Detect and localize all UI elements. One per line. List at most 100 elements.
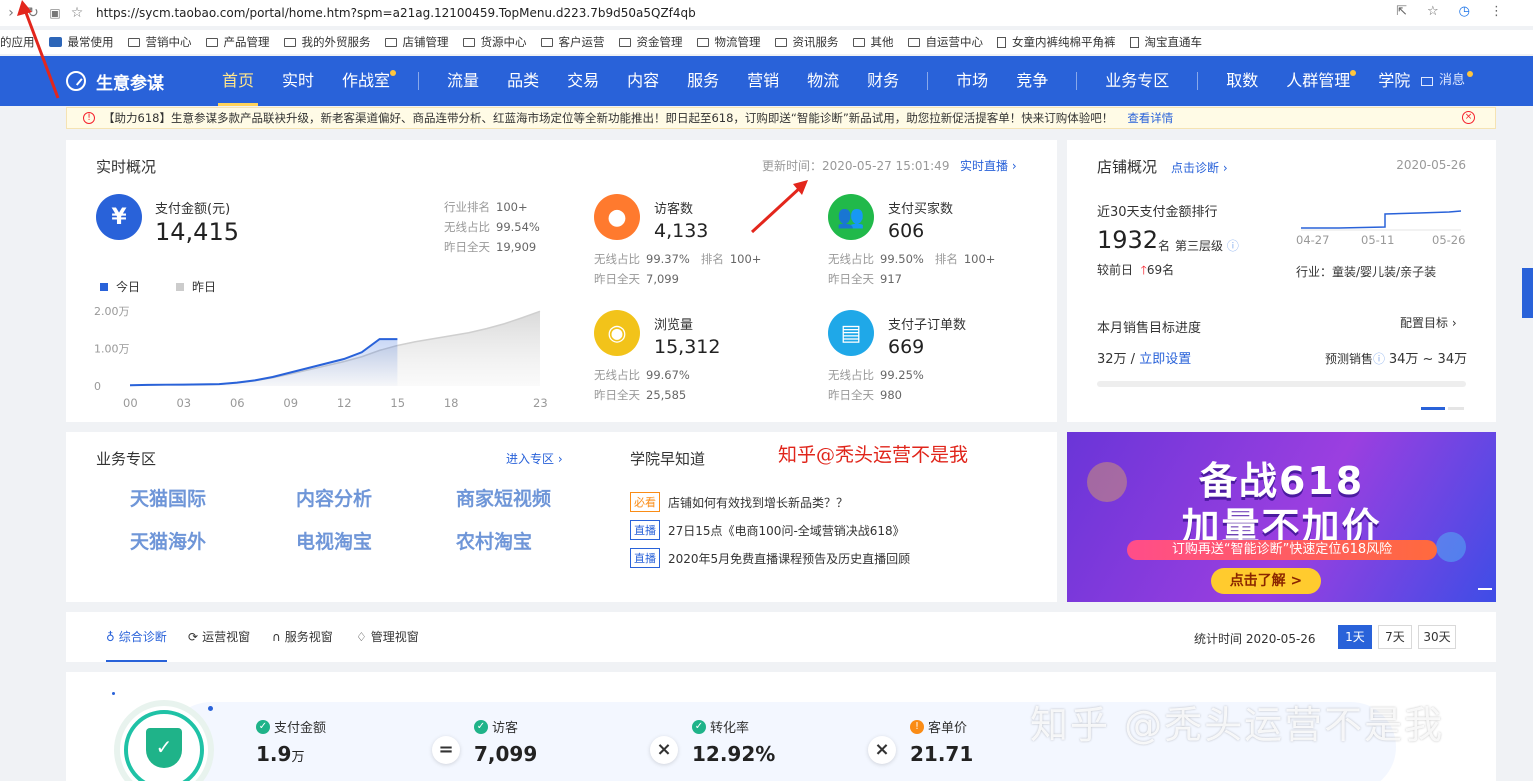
range-30d-button[interactable]: 30天 (1418, 625, 1456, 649)
x-tick-label: 00 (123, 396, 138, 410)
extension-icon[interactable]: ☆ (1427, 4, 1439, 19)
bookmark-folder[interactable]: 货源中心 (462, 34, 527, 50)
brand-logo[interactable]: 生意参谋 (66, 69, 196, 94)
biz-rural-taobao[interactable]: 农村淘宝 (456, 527, 576, 554)
enter-zone-link[interactable]: 进入专区 › (506, 450, 563, 467)
nav-trade[interactable]: 交易 (567, 56, 599, 106)
nav-crowd[interactable]: 人群管理 (1286, 56, 1357, 106)
help-icon[interactable]: ⓘ (1227, 239, 1239, 253)
nav-warroom[interactable]: 作战室 (342, 56, 397, 106)
news-item[interactable]: 直播 27日15点《电商100问-全域营销决战618》 (630, 520, 905, 540)
nav-finance[interactable]: 财务 (867, 56, 899, 106)
more-icon[interactable]: ⋮ (1490, 4, 1503, 19)
nav-logistics[interactable]: 物流 (807, 56, 839, 106)
biz-short-video[interactable]: 商家短视频 (456, 484, 576, 511)
bulb-icon: ♁ (106, 630, 115, 644)
carousel-dots[interactable] (1421, 407, 1445, 410)
visitors-wireless: 无线占比 99.37% 排名 100+ (594, 252, 762, 266)
page-icon[interactable]: ▣ (44, 6, 66, 20)
rank-value: 1932 (1097, 226, 1159, 254)
biz-tmall-intl[interactable]: 天猫国际 (130, 484, 296, 511)
pay-wireless: 无线占比 99.54% (444, 220, 540, 234)
realtime-title: 实时概况 (96, 158, 157, 176)
bookmark-folder[interactable]: 自运营中心 (907, 34, 983, 50)
news-item[interactable]: 必看 店铺如何有效找到增长新品类？？ (630, 492, 848, 512)
tab-management[interactable]: ♢ 管理视窗 (356, 612, 419, 662)
bookmark-item[interactable]: 淘宝直通车 (1129, 34, 1202, 50)
tab-operations[interactable]: ⟳ 运营视窗 (188, 612, 250, 662)
bookmark-folder[interactable]: 产品管理 (205, 34, 270, 50)
diag-conversion-value: 12.92% (692, 742, 776, 766)
clock-icon[interactable]: ◷ (1459, 4, 1470, 19)
pageviews-yesterday: 昨日全天 25,585 (594, 388, 687, 402)
nav-traffic[interactable]: 流量 (447, 56, 479, 106)
folder-icon (852, 37, 865, 47)
update-time: 更新时间：2020-05-27 15:01:49 (762, 159, 950, 173)
help-icon[interactable]: ⓘ (1373, 352, 1385, 366)
bookmark-item[interactable]: 的应用 (0, 34, 35, 50)
news-tag: 直播 (630, 520, 660, 540)
nav-data-fetch[interactable]: 取数 (1226, 56, 1258, 106)
annotation-text: 知乎@秃头运营不是我 (778, 444, 969, 466)
bookmark-folder[interactable]: 店铺管理 (384, 34, 449, 50)
promo-banner[interactable]: 备战618 加量不加价 订购再送“智能诊断”快速定位618风险 点击了解 > (1067, 432, 1496, 602)
open-external-icon[interactable]: ⇱ (1396, 4, 1407, 19)
side-float-tab[interactable] (1522, 268, 1533, 318)
biz-content-analysis[interactable]: 内容分析 (296, 484, 456, 511)
nav-marketing[interactable]: 营销 (747, 56, 779, 106)
banner-cta-button[interactable]: 点击了解 > (1211, 568, 1321, 594)
bookmark-folder[interactable]: 资讯服务 (774, 34, 839, 50)
nav-market[interactable]: 市场 (956, 56, 988, 106)
banner-indicator[interactable] (1478, 588, 1492, 590)
nav-category[interactable]: 品类 (507, 56, 539, 106)
news-item[interactable]: 直播 2020年5月免费直播课程预告及历史直播回顾 (630, 548, 910, 568)
biz-tv-taobao[interactable]: 电视淘宝 (296, 527, 456, 554)
nav-business-zone[interactable]: 业务专区 (1105, 56, 1169, 106)
bookmark-folder[interactable]: 客户运营 (540, 34, 605, 50)
bookmark-folder[interactable]: 物流管理 (696, 34, 761, 50)
nav-realtime[interactable]: 实时 (282, 56, 314, 106)
folder-icon (462, 37, 475, 47)
rank-unit: 名 (1158, 239, 1171, 253)
live-link[interactable]: 实时直播 › (960, 157, 1017, 174)
close-icon[interactable]: × (1462, 111, 1475, 124)
set-target-link[interactable]: 立即设置 (1139, 352, 1191, 367)
carousel-dot[interactable] (1448, 407, 1464, 410)
legend-today[interactable]: 今日 (100, 278, 140, 295)
bookmark-folder[interactable]: 其他 (852, 34, 894, 50)
bookmark-item[interactable]: 最常使用 (48, 34, 114, 50)
bookmark-folder[interactable]: 我的外贸服务 (283, 34, 371, 50)
nav-competition[interactable]: 竞争 (1016, 56, 1048, 106)
diag-pay-label: ✓ 支付金额 (256, 717, 326, 736)
nav-service[interactable]: 服务 (687, 56, 719, 106)
pay-amount-label: 支付金额(元) (155, 202, 231, 217)
reload-icon[interactable]: ↻ (22, 5, 44, 21)
range-7d-button[interactable]: 7天 (1378, 625, 1412, 649)
nav-academy[interactable]: 学院 (1378, 56, 1410, 106)
nav-divider (1197, 72, 1199, 90)
bookmark-folder[interactable]: 营销中心 (127, 34, 192, 50)
nav-content[interactable]: 内容 (627, 56, 659, 106)
url-field[interactable]: https://sycm.taobao.com/portal/home.htm?… (96, 6, 696, 20)
watermark: 知乎 @秃头运营不是我 (1030, 703, 1445, 747)
yuan-icon: ¥ (96, 194, 142, 240)
forward-icon[interactable]: › (0, 5, 22, 21)
legend-yesterday[interactable]: 昨日 (176, 278, 216, 295)
check-icon: ✓ (474, 719, 488, 734)
message-button[interactable]: 消息 (1420, 56, 1473, 106)
bookmark-item[interactable]: 女童内裤纯棉平角裤 (997, 34, 1116, 50)
business-title: 业务专区 (96, 450, 157, 468)
range-1d-button[interactable]: 1天 (1338, 625, 1372, 649)
tab-service[interactable]: ∩ 服务视窗 (272, 612, 333, 662)
nav-divider (1076, 72, 1078, 90)
warning-icon: ! (910, 719, 924, 734)
bookmark-folder[interactable]: 资金管理 (618, 34, 683, 50)
diag-visitors-value: 7,099 (474, 742, 538, 766)
nav-home[interactable]: 首页 (217, 56, 259, 106)
announcement-link[interactable]: 查看详情 (1127, 110, 1173, 126)
tab-overall-diagnosis[interactable]: ♁ 综合诊断 (106, 612, 167, 662)
diagnose-link[interactable]: 点击诊断 › (1171, 159, 1228, 176)
biz-tmall-overseas[interactable]: 天猫海外 (130, 527, 296, 554)
star-icon[interactable]: ☆ (66, 5, 88, 21)
config-target-link[interactable]: 配置目标 › (1400, 314, 1457, 331)
